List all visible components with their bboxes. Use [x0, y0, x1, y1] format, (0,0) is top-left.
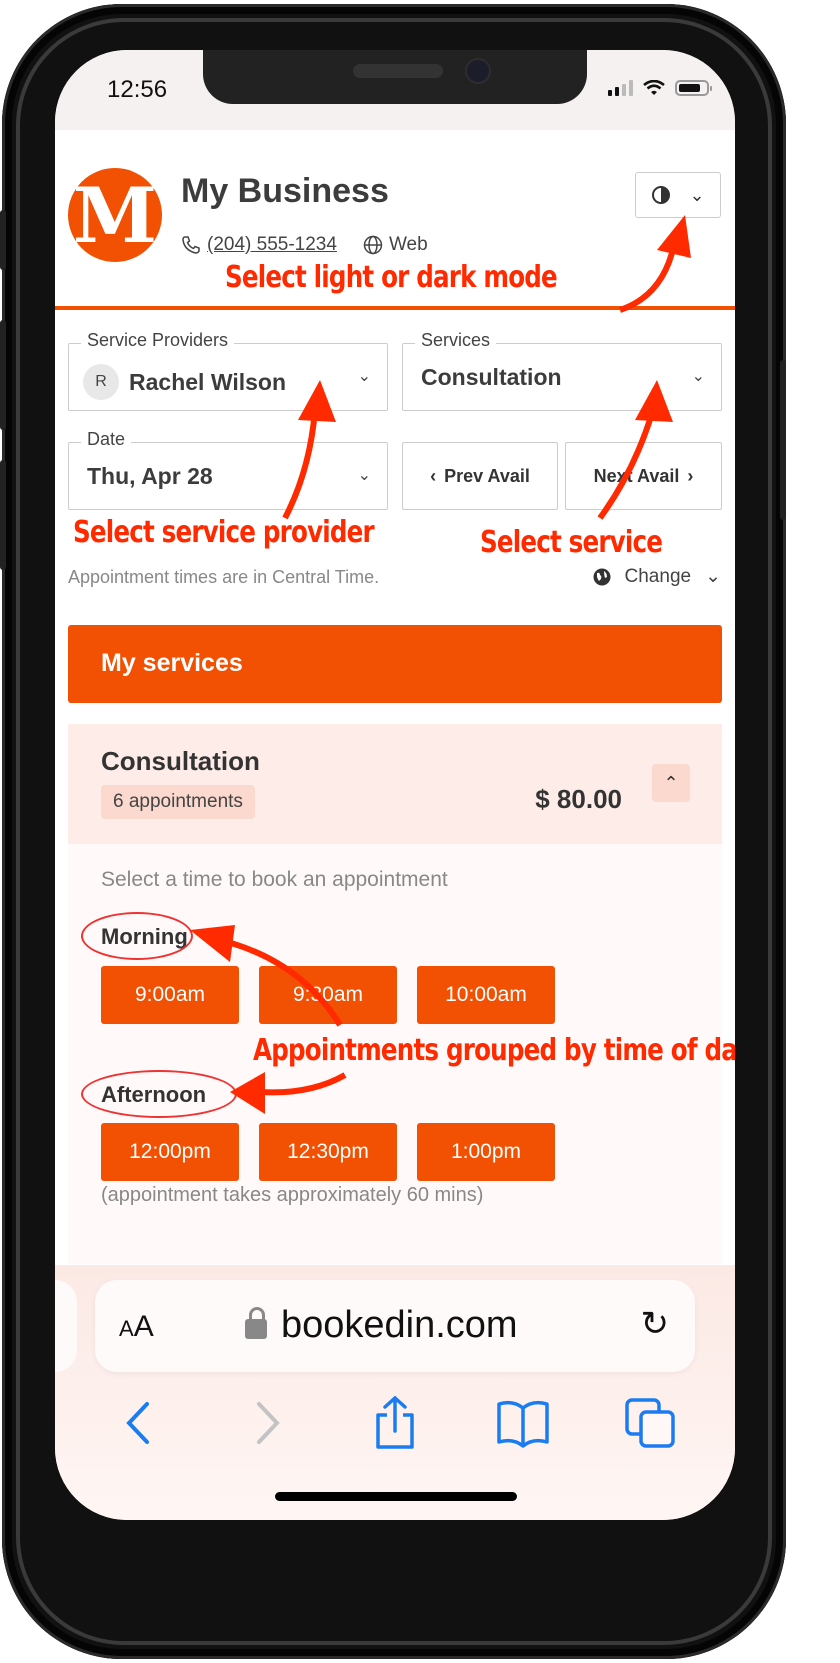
annotation-arrow — [597, 380, 673, 520]
provider-value: Rachel Wilson — [129, 368, 286, 395]
phone-link[interactable]: (204) 555-1234 — [207, 234, 337, 256]
back-icon[interactable] — [109, 1398, 169, 1448]
business-name: My Business — [181, 172, 389, 210]
wifi-icon — [643, 80, 665, 95]
service-name: Consultation — [101, 746, 260, 776]
service-price: $ 80.00 — [535, 784, 622, 814]
afternoon-slots: 12:00pm 12:30pm 1:00pm — [101, 1123, 555, 1181]
annotation-arrow — [618, 215, 691, 313]
chevron-down-icon: ⌄ — [691, 368, 705, 385]
time-slot-button[interactable]: 12:00pm — [101, 1123, 239, 1181]
business-contact: (204) 555-1234 Web — [181, 234, 428, 256]
duration-note: (appointment takes approximately 60 mins… — [101, 1184, 484, 1206]
contrast-icon — [652, 186, 671, 204]
home-indicator[interactable] — [275, 1492, 517, 1501]
prev-avail-button[interactable]: ‹ Prev Avail — [402, 442, 558, 510]
chevron-right-icon: › — [687, 465, 694, 486]
forward-icon[interactable] — [237, 1398, 297, 1448]
address-bar[interactable]: AA bookedin.com ↻ — [95, 1280, 695, 1372]
appointments-count-badge: 6 appointments — [101, 785, 255, 819]
annotation-arrow — [230, 1072, 347, 1114]
notch — [203, 50, 587, 104]
text-size-button[interactable]: AA — [119, 1310, 154, 1344]
collapse-button[interactable]: ⌃ — [652, 764, 690, 802]
url-text: bookedin.com — [281, 1304, 518, 1346]
service-provider-label: Service Providers — [81, 330, 235, 351]
date-label: Date — [81, 429, 132, 450]
globe-icon — [363, 235, 383, 255]
chevron-down-icon: ⌄ — [689, 184, 705, 205]
annotation-grouping: Appointments grouped by time of day — [253, 1033, 735, 1068]
annotation-provider: Select service provider — [73, 515, 375, 550]
service-label: Services — [415, 330, 497, 351]
tabs-icon[interactable] — [621, 1396, 681, 1450]
timezone-change-button[interactable]: Change ⌄ — [593, 565, 721, 588]
time-slot-button[interactable]: 10:00am — [417, 966, 555, 1024]
lock-icon — [245, 1306, 267, 1339]
browser-toolbar — [55, 1395, 735, 1451]
provider-avatar: R — [83, 364, 119, 400]
date-value: Thu, Apr 28 — [87, 463, 213, 489]
timezone-note: Appointment times are in Central Time. — [68, 567, 380, 587]
battery-icon — [675, 80, 712, 96]
website-link[interactable]: Web — [363, 234, 428, 256]
phone-icon — [182, 236, 200, 254]
chevron-left-icon: ‹ — [430, 465, 437, 486]
service-card-header[interactable]: Consultation 6 appointments $ 80.00 ⌃ — [68, 724, 722, 844]
chevron-down-icon: ⌄ — [705, 566, 721, 587]
annotation-arrow — [282, 380, 336, 520]
volume-down-button — [0, 460, 6, 570]
website-label: Web — [388, 234, 428, 255]
volume-up-button — [0, 320, 6, 430]
power-button — [780, 360, 786, 520]
services-section-title: My services — [101, 649, 243, 677]
business-logo: M — [68, 168, 162, 262]
phone-screen: 12:56 M My Business (204) 555-1234 Web ⌄… — [55, 50, 735, 1520]
status-time: 12:56 — [107, 76, 168, 103]
annotation-arrow — [190, 925, 343, 1027]
chevron-down-icon: ⌄ — [357, 467, 371, 484]
speaker-grille — [353, 64, 443, 78]
timezone-change-label: Change — [624, 565, 692, 587]
status-bar: 12:56 — [55, 50, 735, 130]
browser-chrome: AA bookedin.com ↻ — [55, 1265, 735, 1520]
annotation-theme: Select light or dark mode — [225, 260, 558, 295]
front-camera — [465, 58, 491, 84]
annotation-circle-afternoon — [81, 1070, 237, 1118]
reload-icon[interactable]: ↻ — [641, 1304, 670, 1344]
cellular-signal-icon — [608, 80, 633, 96]
annotation-service: Select service — [480, 525, 663, 560]
chevron-down-icon: ⌄ — [357, 368, 371, 385]
service-value: Consultation — [421, 364, 562, 390]
share-icon[interactable] — [365, 1395, 425, 1451]
prev-avail-label: Prev Avail — [444, 465, 530, 486]
globe-icon — [593, 568, 611, 585]
mute-switch — [0, 210, 6, 270]
time-slot-button[interactable]: 12:30pm — [259, 1123, 397, 1181]
bookmarks-icon[interactable] — [493, 1398, 553, 1448]
annotation-circle-morning — [81, 912, 193, 960]
select-time-instruction: Select a time to book an appointment — [101, 868, 448, 891]
time-slot-button[interactable]: 1:00pm — [417, 1123, 555, 1181]
chevron-up-icon: ⌃ — [663, 772, 679, 793]
services-section-header: My services — [68, 625, 722, 703]
previous-tab-peek[interactable] — [55, 1280, 77, 1372]
